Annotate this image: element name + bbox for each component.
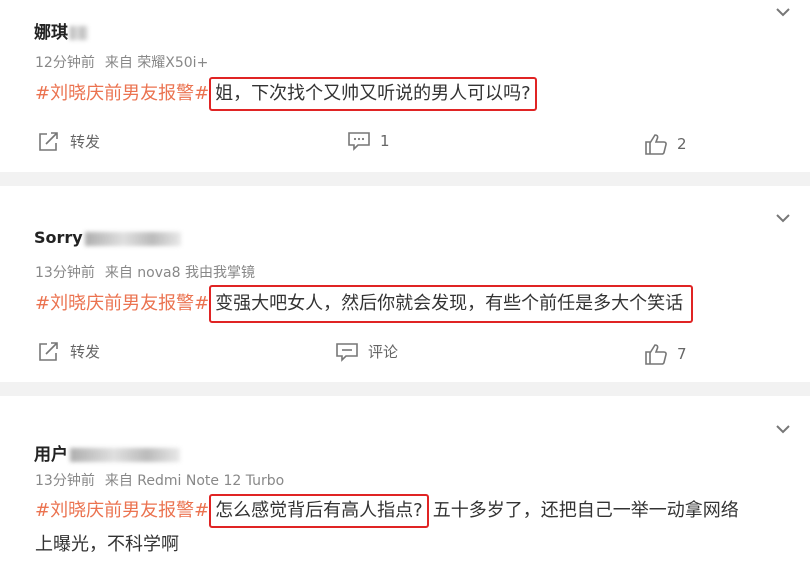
thumbs-up-icon bbox=[645, 134, 667, 155]
chevron-down-icon[interactable] bbox=[774, 209, 792, 227]
highlighted-text: 怎么感觉背后有高人指点? bbox=[209, 494, 429, 528]
comment-card bbox=[0, 186, 810, 382]
hashtag-link[interactable]: #刘晓庆前男友报警# bbox=[35, 293, 209, 314]
chevron-down-icon[interactable] bbox=[774, 3, 792, 21]
comment-meta: 12分钟前 来自 荣耀X50i+ bbox=[35, 52, 208, 72]
timestamp: 12分钟前 bbox=[35, 55, 95, 71]
username[interactable]: 用户 bbox=[34, 440, 180, 465]
thumbs-up-icon bbox=[645, 344, 667, 365]
source-device: 来自 nova8 我由我掌镜 bbox=[104, 265, 255, 281]
comment-icon bbox=[348, 132, 370, 151]
source-device: 来自 Redmi Note 12 Turbo bbox=[104, 473, 285, 489]
repost-button[interactable]: 转发 bbox=[38, 341, 100, 362]
username[interactable]: 娜琪 bbox=[34, 18, 88, 43]
repost-label: 转发 bbox=[70, 133, 101, 151]
comment-label: 评论 bbox=[368, 343, 399, 361]
repost-icon bbox=[39, 131, 58, 151]
repost-button[interactable]: 转发 bbox=[38, 131, 100, 152]
divider bbox=[0, 382, 810, 396]
comment-icon bbox=[336, 342, 358, 362]
like-button[interactable]: 2 bbox=[645, 133, 687, 155]
divider bbox=[0, 172, 810, 186]
comment-text-tail: 五十多岁了，还把自己一举一动拿网络 bbox=[432, 500, 739, 521]
highlighted-text: 姐，下次找个又帅又听说的男人可以吗? bbox=[209, 77, 537, 111]
comment-text-continued: 上曝光，不科学啊 bbox=[35, 534, 179, 555]
like-count: 2 bbox=[677, 135, 687, 153]
hashtag-link[interactable]: #刘晓庆前男友报警# bbox=[35, 83, 209, 104]
hashtag-link[interactable]: #刘晓庆前男友报警# bbox=[35, 500, 209, 521]
repost-icon bbox=[39, 341, 58, 361]
like-button[interactable]: 7 bbox=[645, 343, 687, 365]
chevron-down-icon[interactable] bbox=[774, 420, 792, 438]
username[interactable]: Sorry bbox=[34, 228, 181, 247]
timestamp: 13分钟前 bbox=[35, 265, 95, 281]
timestamp: 13分钟前 bbox=[35, 473, 95, 489]
like-count: 7 bbox=[677, 345, 687, 363]
comment-feed: 娜琪 12分钟前 来自 荣耀X50i+ #刘晓庆前男友报警# 姐，下次找个又帅又听说… bbox=[0, 0, 810, 584]
highlighted-text: 变强大吧女人，然后你就会发现，有些个前任是多大个笑话 bbox=[209, 285, 694, 323]
comment-meta: 13分钟前 来自 nova8 我由我掌镜 bbox=[35, 262, 255, 282]
comment-text: #刘晓庆前男友报警# 姐，下次找个又帅又听说的男人可以吗? bbox=[35, 77, 537, 111]
comment-meta: 13分钟前 来自 Redmi Note 12 Turbo bbox=[35, 470, 284, 490]
repost-label: 转发 bbox=[70, 343, 101, 361]
comment-button[interactable]: 1 bbox=[348, 131, 390, 151]
comment-button[interactable]: 评论 bbox=[336, 341, 398, 362]
source-device: 来自 荣耀X50i+ bbox=[104, 55, 209, 71]
comment-count: 1 bbox=[380, 132, 390, 150]
comment-text: #刘晓庆前男友报警# 怎么感觉背后有高人指点? 五十多岁了，还把自己一举一动拿网络 bbox=[35, 494, 739, 528]
comment-text: #刘晓庆前男友报警# 变强大吧女人，然后你就会发现，有些个前任是多大个笑话 bbox=[35, 285, 694, 323]
